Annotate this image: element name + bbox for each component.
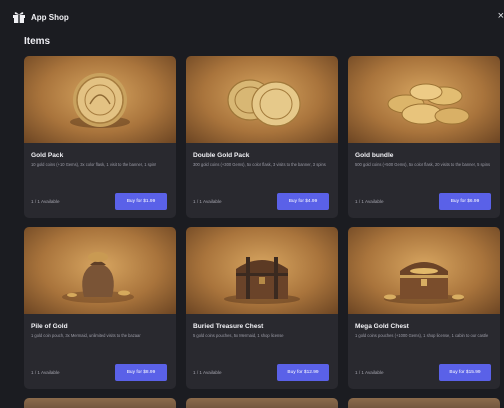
coin-sack-image <box>24 227 176 314</box>
close-icon: × <box>497 10 504 22</box>
section-title: Items <box>24 36 51 47</box>
item-description: 1 gold coin pouch, 3x Mermaid, unlimited… <box>31 333 141 338</box>
item-card: Buried Treasure Chest 5 gold coins pouch… <box>186 227 338 389</box>
window-title: App Shop <box>31 12 69 22</box>
close-button[interactable]: × <box>494 10 504 22</box>
item-title: Gold Pack <box>31 152 64 159</box>
item-card: Gold Pack 10 gold coins (+10 Gems), 3x c… <box>24 56 176 218</box>
item-card-partial <box>348 398 500 408</box>
item-availability: 1 / 1 Available <box>31 370 60 375</box>
title-bar: App Shop <box>0 0 504 34</box>
item-description: 500 gold coins (+500 Gems), 5x color fla… <box>355 162 491 167</box>
gold-coin-pile-image <box>348 56 500 143</box>
item-card: Gold bundle 500 gold coins (+500 Gems), … <box>348 56 500 218</box>
item-description: 300 gold coins (+300 Gems), 5x color fla… <box>193 162 326 167</box>
item-card: Pile of Gold 1 gold coin pouch, 3x Merma… <box>24 227 176 389</box>
item-title: Buried Treasure Chest <box>193 323 264 330</box>
item-description: 1 gold coins pouches (+1000 Gems), 1 sho… <box>355 333 489 338</box>
buy-button[interactable]: Buy for $8.99 <box>115 364 167 381</box>
item-availability: 1 / 1 Available <box>193 370 222 375</box>
item-title: Mega Gold Chest <box>355 323 409 330</box>
item-availability: 1 / 1 Available <box>355 370 384 375</box>
items-grid: Gold Pack 10 gold coins (+10 Gems), 3x c… <box>24 56 504 408</box>
item-title: Gold bundle <box>355 152 394 159</box>
item-title: Double Gold Pack <box>193 152 250 159</box>
item-card-partial <box>186 398 338 408</box>
buy-button[interactable]: Buy for $15.99 <box>439 364 491 381</box>
buy-button[interactable]: Buy for $1.99 <box>115 193 167 210</box>
buy-button[interactable]: Buy for $4.99 <box>277 193 329 210</box>
item-description: 10 gold coins (+10 Gems), 3x color flask… <box>31 162 157 167</box>
two-gold-coins-image <box>186 56 338 143</box>
gift-icon <box>13 12 25 23</box>
item-availability: 1 / 1 Available <box>355 199 384 204</box>
item-title: Pile of Gold <box>31 323 68 330</box>
item-availability: 1 / 1 Available <box>193 199 222 204</box>
gold-chest-image <box>348 227 500 314</box>
treasure-chest-image <box>186 227 338 314</box>
item-availability: 1 / 1 Available <box>31 199 60 204</box>
item-card-partial <box>24 398 176 408</box>
buy-button[interactable]: Buy for $6.99 <box>439 193 491 210</box>
gold-coin-image <box>24 56 176 143</box>
item-description: 5 gold coins pouches, 5x Mermaid, 1 shop… <box>193 333 284 338</box>
buy-button[interactable]: Buy for $12.99 <box>277 364 329 381</box>
item-card: Mega Gold Chest 1 gold coins pouches (+1… <box>348 227 500 389</box>
item-card: Double Gold Pack 300 gold coins (+300 Ge… <box>186 56 338 218</box>
